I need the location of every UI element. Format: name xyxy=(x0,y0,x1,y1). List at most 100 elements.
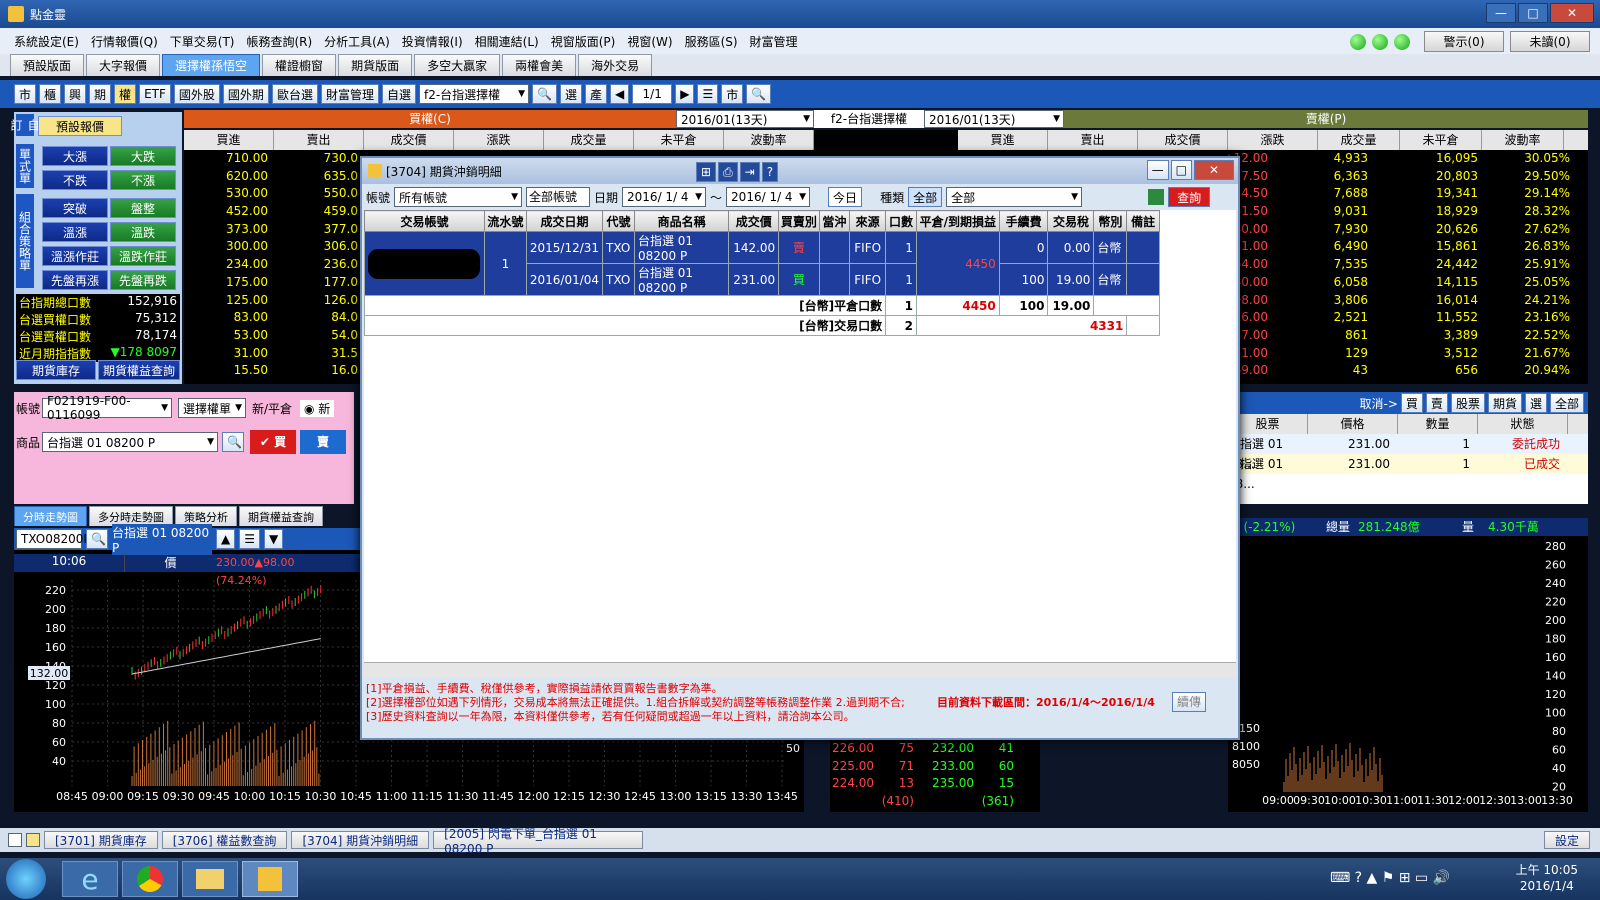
start-icon[interactable] xyxy=(6,859,46,899)
put-row[interactable]: ▲40.00 7,930 20,626 27.62% xyxy=(1214,221,1588,239)
close-icon[interactable]: ✕ xyxy=(1194,160,1234,180)
dock-toggle-icon[interactable] xyxy=(8,833,22,847)
order-type-select[interactable]: 選擇權單 xyxy=(178,398,246,418)
trading-app-icon[interactable] xyxy=(242,861,298,897)
excel-icon[interactable] xyxy=(1148,189,1165,205)
help-icon[interactable]: ? xyxy=(761,162,779,182)
market-button[interactable]: 自選 xyxy=(381,84,416,104)
strategy-button[interactable]: 先盤再漲 xyxy=(42,270,108,290)
tray-icons[interactable]: ⌨ ? ▲ ⚑ ⊞ ▭ 🔊 xyxy=(1330,870,1450,886)
strategy-button[interactable]: 溫跌 xyxy=(110,222,176,242)
dock-window-button[interactable]: [3706] 權益數查詢 xyxy=(161,831,288,849)
menu-item[interactable]: 相關連結(L) xyxy=(475,33,539,50)
account-all[interactable]: 全部帳號 xyxy=(526,187,591,207)
market-button[interactable]: 權 xyxy=(114,84,137,104)
layout-tab[interactable]: 期貨版面 xyxy=(338,54,413,76)
horizontal-scrollbar[interactable] xyxy=(364,662,1236,678)
put-row[interactable]: ▲80.00 6,058 14,115 25.05% xyxy=(1214,274,1588,292)
system-clock[interactable]: 上午 10:05 2016/1/4 xyxy=(1516,862,1578,894)
strategy-button[interactable]: 大漲 xyxy=(42,146,108,166)
layout-tab[interactable]: 預設版面 xyxy=(10,54,85,76)
list-icon[interactable]: ☰ xyxy=(697,84,719,104)
dock-window-button[interactable]: [3704] 期貨沖銷明細 xyxy=(291,831,430,849)
call-row[interactable]: 175.00 177.0 xyxy=(184,274,364,292)
query-button[interactable]: 查詢 xyxy=(1168,187,1211,207)
chevron-down-icon[interactable]: ▼ xyxy=(264,529,284,549)
product-select[interactable]: 台指選 01 08200 P xyxy=(42,432,218,452)
market-button[interactable]: 歐台選 xyxy=(271,84,318,104)
close-icon[interactable]: ✕ xyxy=(1550,3,1594,23)
dock-note-icon[interactable] xyxy=(26,833,40,847)
unread-button[interactable]: 未讀(0) xyxy=(1510,31,1590,52)
search-icon[interactable]: 🔍 xyxy=(531,84,557,104)
strategy-button[interactable]: 溫跌作莊 xyxy=(110,246,176,266)
call-row[interactable]: 300.00 306.0 xyxy=(184,238,364,256)
market-button[interactable]: 市 xyxy=(14,84,37,104)
order-row[interactable]: 台指選 01 08... 231.00 1 已成交 xyxy=(1228,454,1588,491)
put-expiry-select[interactable]: 2016/01(13天) xyxy=(924,110,1064,128)
call-row[interactable]: 125.00 126.0 xyxy=(184,292,364,310)
layout-tab[interactable]: 選擇權孫悟空 xyxy=(162,54,261,76)
layout-tab[interactable]: 權證櫥窗 xyxy=(262,54,337,76)
export-icon[interactable]: ⇥ xyxy=(739,162,760,182)
put-row[interactable]: ▲31.50 9,031 18,929 28.32% xyxy=(1214,203,1588,221)
layout-tab[interactable]: 多空大贏家 xyxy=(414,54,501,76)
filter-button[interactable]: 買 xyxy=(1400,393,1423,413)
chart-tab[interactable]: 分時走勢圖 xyxy=(14,506,87,526)
filter-button[interactable]: 全部 xyxy=(1549,393,1584,413)
call-row[interactable]: 83.00 84.0 xyxy=(184,309,364,327)
select-button[interactable]: 選 xyxy=(559,84,582,104)
menu-item[interactable]: 視窗(W) xyxy=(627,33,672,50)
dock-window-button[interactable]: [3701] 期貨庫存 xyxy=(44,831,158,849)
strategy-button[interactable]: 大跌 xyxy=(110,146,176,166)
call-row[interactable]: 31.00 31.5 xyxy=(184,345,364,363)
layout-tab[interactable]: 海外交易 xyxy=(578,54,653,76)
new-position-radio[interactable]: ◉ 新 xyxy=(300,400,335,417)
dock-settings-button[interactable]: 設定 xyxy=(1543,831,1590,849)
layout-icon[interactable]: ⊞ xyxy=(696,162,717,182)
call-row[interactable]: 373.00 377.0 xyxy=(184,221,364,239)
minimize-icon[interactable]: — xyxy=(1146,160,1169,180)
menu-item[interactable]: 行情報價(Q) xyxy=(91,33,158,50)
trade-row[interactable]: 1 2015/12/31 TXO 台指選 01 08200 P 142.00 賣 FIFO 1… xyxy=(364,231,1160,296)
call-row[interactable]: 620.00 635.0 xyxy=(184,168,364,186)
filter-button[interactable]: 股票 xyxy=(1450,393,1485,413)
market-button[interactable]: 櫃 xyxy=(39,84,62,104)
strategy-button[interactable]: 突破 xyxy=(42,198,108,218)
futures-inventory-button[interactable]: 期貨庫存 xyxy=(16,360,96,380)
market-button[interactable]: 興 xyxy=(64,84,87,104)
call-row[interactable]: 15.50 16.0 xyxy=(184,362,364,380)
strategy-button[interactable]: 盤整 xyxy=(110,198,176,218)
put-row[interactable]: ▲24.50 7,688 19,341 29.14% xyxy=(1214,185,1588,203)
date-from[interactable]: 2016/ 1/ 4 xyxy=(622,187,707,207)
produce-button[interactable]: 產 xyxy=(584,84,607,104)
menu-item[interactable]: 系統設定(E) xyxy=(14,33,79,50)
put-row[interactable]: ▲151.00 129 3,512 21.67% xyxy=(1214,345,1588,363)
call-row[interactable]: 710.00 730.0 xyxy=(184,150,364,168)
strategy-button[interactable]: 溫漲 xyxy=(42,222,108,242)
alert-button[interactable]: 警示(0) xyxy=(1424,31,1504,52)
strategy-button[interactable]: 先盤再跌 xyxy=(110,270,176,290)
up-arrow-icon[interactable]: ▲ xyxy=(216,529,236,549)
market-button[interactable]: 國外股 xyxy=(173,84,220,104)
kind-button[interactable]: 全部 xyxy=(908,187,943,207)
next-page-icon[interactable]: ▶ xyxy=(675,84,695,104)
futures-equity-button[interactable]: 期貨權益查詢 xyxy=(98,360,180,380)
market-button[interactable]: 國外期 xyxy=(222,84,269,104)
account-select[interactable]: F021919-F00-0116099 xyxy=(42,394,172,422)
strategy-button[interactable]: 不漲 xyxy=(110,170,176,190)
market-button[interactable]: ETF xyxy=(139,84,171,104)
dock-window-button[interactable]: [2005] 閃電下單_台指選 01 08200 P xyxy=(433,827,644,856)
order-row[interactable]: 台指選 01 08... 231.00 1 委託成功 xyxy=(1228,434,1588,471)
call-row[interactable]: 234.00 236.0 xyxy=(184,256,364,274)
code-select[interactable]: TXO08200P xyxy=(16,529,91,549)
maximize-icon[interactable]: □ xyxy=(1518,3,1548,23)
filter-button[interactable]: 賣 xyxy=(1425,393,1448,413)
today-button[interactable]: 今日 xyxy=(828,187,863,207)
continue-button[interactable]: 續傳 xyxy=(1172,692,1207,712)
menu-item[interactable]: 服務區(S) xyxy=(685,33,738,50)
product-select[interactable]: f2-台指選擇權 xyxy=(418,84,529,104)
kind-select[interactable]: 全部 xyxy=(946,187,1083,207)
preset-quote-button[interactable]: 預設報價 xyxy=(38,116,122,136)
menu-item[interactable]: 分析工具(A) xyxy=(324,33,390,50)
